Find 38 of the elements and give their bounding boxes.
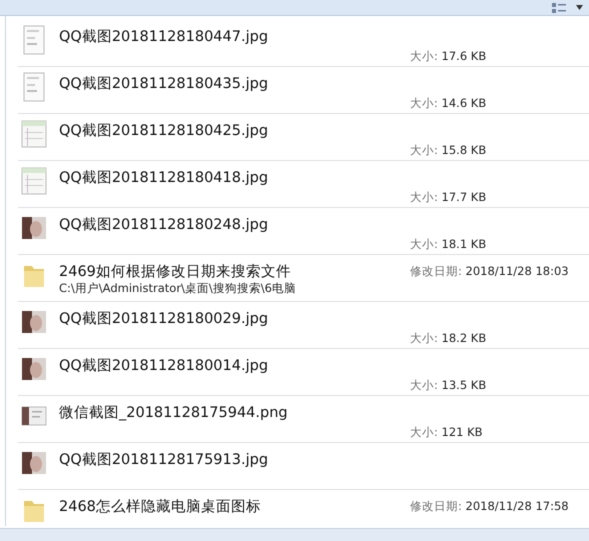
- detail-value: 17.6 KB: [442, 49, 486, 63]
- detail-value: 2018/11/28 18:03: [466, 264, 569, 278]
- detail-value: 15.8 KB: [442, 143, 486, 157]
- detail-value: 18.1 KB: [442, 237, 486, 251]
- detail-label: 大小:: [410, 237, 438, 251]
- detail-label: 大小:: [410, 143, 438, 157]
- file-name[interactable]: QQ截图20181128175913.jpg: [59, 443, 268, 469]
- detail-label: 大小:: [410, 331, 438, 345]
- detail-value: 14.6 KB: [442, 96, 486, 110]
- detail-value: 17.7 KB: [442, 190, 486, 204]
- detail-label: 大小:: [410, 425, 438, 439]
- detail-label: 修改日期:: [410, 499, 462, 513]
- file-name[interactable]: 微信截图_20181128175944.png: [59, 396, 288, 422]
- file-name[interactable]: QQ截图20181128180447.jpg: [59, 20, 268, 46]
- sheet-thumbnail-icon: [21, 119, 47, 149]
- file-name[interactable]: QQ截图20181128180248.jpg: [59, 208, 268, 234]
- file-name[interactable]: 2469如何根据修改日期来搜索文件: [59, 255, 296, 281]
- folder-path: C:\用户\Administrator\桌面\搜狗搜索\6电脑: [59, 281, 296, 295]
- file-name[interactable]: QQ截图20181128180014.jpg: [59, 349, 268, 375]
- sheet-thumbnail-icon: [21, 166, 47, 196]
- document-thumbnail-icon: [21, 25, 47, 55]
- detail-label: 大小:: [410, 49, 438, 63]
- detail-label: 修改日期:: [410, 264, 462, 278]
- file-name[interactable]: QQ截图20181128180418.jpg: [59, 161, 268, 187]
- file-name[interactable]: QQ截图20181128180029.jpg: [59, 302, 268, 328]
- detail-value: 2018/11/28 17:58: [466, 499, 569, 513]
- caret-icon[interactable]: [576, 5, 583, 10]
- file-name[interactable]: QQ截图20181128180435.jpg: [59, 67, 268, 93]
- document-thumbnail-icon: [21, 72, 47, 102]
- file-name[interactable]: 2468怎么样隐藏电脑桌面图标: [59, 490, 261, 516]
- detail-label: 大小:: [410, 96, 438, 110]
- detail-label: 大小:: [410, 190, 438, 204]
- file-name[interactable]: QQ截图20181128180425.jpg: [59, 114, 268, 140]
- detail-value: 18.2 KB: [442, 331, 486, 345]
- detail-label: 大小:: [410, 378, 438, 392]
- view-options-icon[interactable]: [552, 2, 566, 12]
- detail-value: 121 KB: [442, 425, 483, 439]
- detail-value: 13.5 KB: [442, 378, 486, 392]
